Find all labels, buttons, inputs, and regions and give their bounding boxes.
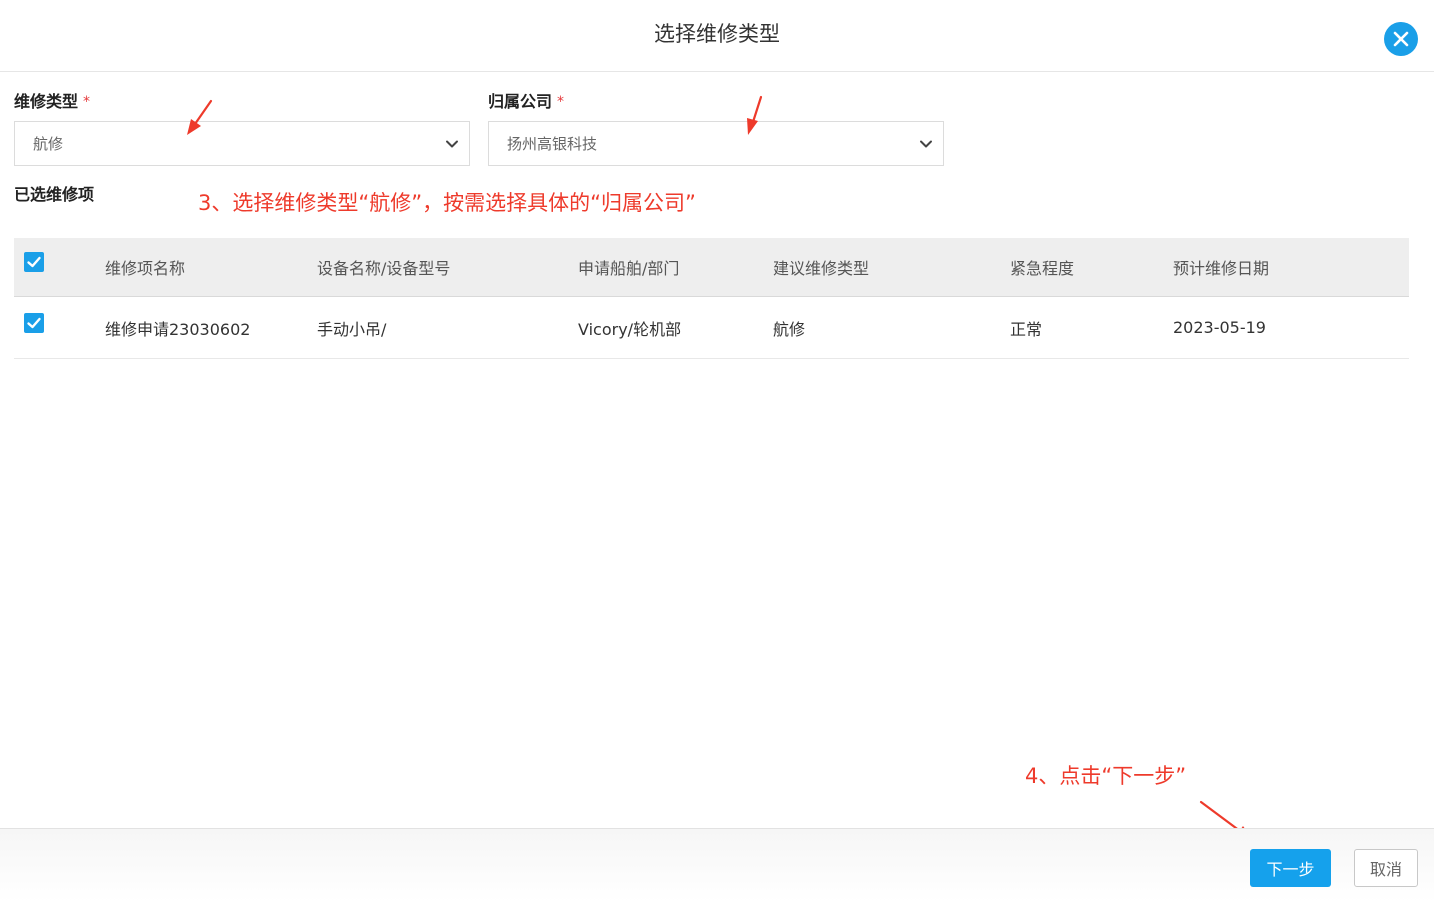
company-label: 归属公司 * bbox=[488, 92, 564, 112]
company-value: 扬州高银科技 bbox=[507, 135, 598, 153]
dialog-footer: 下一步 取消 bbox=[0, 828, 1434, 902]
check-icon bbox=[27, 317, 41, 329]
company-label-text: 归属公司 bbox=[488, 92, 553, 111]
annotation-step3: 3、选择维修类型“航修”，按需选择具体的“归属公司” bbox=[198, 191, 696, 215]
repair-type-label-text: 维修类型 bbox=[14, 92, 79, 111]
dialog-title: 选择维修类型 bbox=[654, 22, 780, 46]
check-icon bbox=[27, 256, 41, 268]
company-select[interactable]: 扬州高银科技 bbox=[488, 121, 944, 166]
selected-items-table: 维修项名称 设备名称/设备型号 申请船舶/部门 建议维修类型 紧急程度 预计维修… bbox=[14, 238, 1409, 359]
cell-suggested-type: 航修 bbox=[773, 319, 806, 339]
repair-type-select[interactable]: 航修 bbox=[14, 121, 470, 166]
cancel-button[interactable]: 取消 bbox=[1354, 849, 1418, 887]
cell-item-name: 维修申请23030602 bbox=[105, 319, 251, 339]
close-icon bbox=[1393, 31, 1409, 47]
selected-items-label: 已选维修项 bbox=[14, 185, 95, 204]
next-button[interactable]: 下一步 bbox=[1250, 849, 1331, 887]
row-checkbox[interactable] bbox=[24, 313, 44, 333]
repair-type-label: 维修类型 * bbox=[14, 92, 90, 112]
cell-vessel-dept: Vicory/轮机部 bbox=[578, 319, 682, 339]
column-header-urgency: 紧急程度 bbox=[1010, 259, 1075, 278]
required-mark: * bbox=[83, 94, 91, 110]
chevron-down-icon bbox=[446, 140, 458, 148]
required-mark: * bbox=[557, 94, 565, 110]
chevron-down-icon bbox=[920, 140, 932, 148]
select-all-checkbox[interactable] bbox=[24, 252, 44, 272]
table-header: 维修项名称 设备名称/设备型号 申请船舶/部门 建议维修类型 紧急程度 预计维修… bbox=[14, 238, 1409, 297]
column-header-planned-date: 预计维修日期 bbox=[1173, 259, 1270, 278]
column-header-vessel-dept: 申请船舶/部门 bbox=[578, 259, 680, 278]
table-row[interactable]: 维修申请23030602 手动小吊/ Vicory/轮机部 航修 正常 2023… bbox=[14, 297, 1409, 359]
cell-equipment: 手动小吊/ bbox=[317, 319, 387, 339]
close-button[interactable] bbox=[1384, 22, 1418, 56]
cell-planned-date: 2023-05-19 bbox=[1173, 318, 1266, 337]
dialog-header: 选择维修类型 bbox=[0, 0, 1434, 72]
annotation-step4: 4、点击“下一步” bbox=[1025, 764, 1187, 788]
column-header-item-name: 维修项名称 bbox=[105, 259, 186, 278]
column-header-suggested-type: 建议维修类型 bbox=[773, 259, 870, 278]
cell-urgency: 正常 bbox=[1010, 319, 1043, 339]
column-header-equipment: 设备名称/设备型号 bbox=[317, 259, 451, 278]
repair-type-value: 航修 bbox=[33, 135, 64, 153]
